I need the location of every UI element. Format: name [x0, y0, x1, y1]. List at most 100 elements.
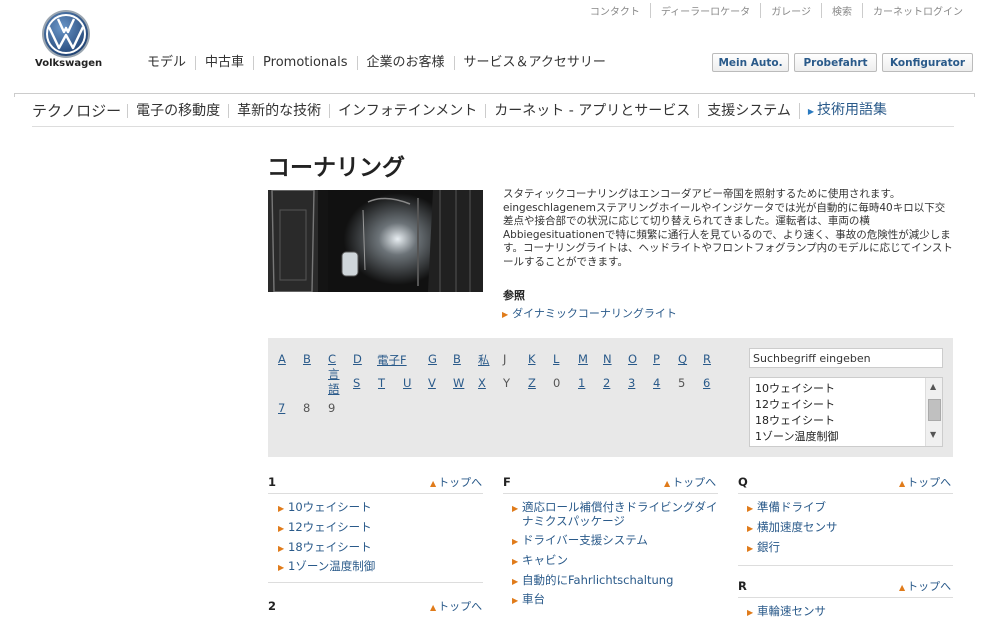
- glossary-item-label: 自動的にFahrlichtschaltung: [522, 573, 674, 587]
- arrow-right-icon: ▶: [747, 504, 754, 513]
- vw-logo-icon[interactable]: [40, 8, 92, 60]
- arrow-right-icon: ▶: [807, 106, 814, 116]
- glossary-letter-link[interactable]: 4: [653, 376, 660, 390]
- glossary-letter-link[interactable]: K: [528, 352, 536, 366]
- glossary-letter-link[interactable]: W: [453, 376, 464, 390]
- glossary-letter-link[interactable]: M: [578, 352, 588, 366]
- glossary-item[interactable]: ▶ 準備ドライブ: [747, 500, 826, 515]
- glossary-item[interactable]: ▶ 横加速度センサ: [747, 520, 838, 535]
- utility-nav: コンタクト ディーラーロケータ ガレージ 検索 カーネットログイン: [580, 3, 973, 18]
- glossary-item[interactable]: ▶ ドライバー支援システム: [512, 533, 648, 548]
- utility-link-dealer-locator[interactable]: ディーラーロケータ: [649, 3, 760, 18]
- glossary-letter-link[interactable]: 6: [703, 376, 710, 390]
- glossary-item[interactable]: ▶ 適応ロール補償付きドライビングダイナミクスパッケージ: [512, 500, 718, 528]
- section-title: テクノロジー: [32, 102, 122, 120]
- glossary-letter-link[interactable]: 7: [278, 401, 285, 415]
- glossary-item[interactable]: ▶ 車台: [512, 592, 545, 607]
- glossary-letter-link: J: [503, 352, 507, 366]
- glossary-letter-link[interactable]: A: [278, 352, 286, 366]
- probefahrt-button[interactable]: Probefahrt: [794, 53, 877, 72]
- glossary-letter-link[interactable]: C言語: [328, 352, 344, 397]
- glossary-letter-link[interactable]: 1: [578, 376, 585, 390]
- glossary-letter-link[interactable]: V: [428, 376, 436, 390]
- glossary-item[interactable]: ▶ 車輪速センサ: [747, 604, 826, 619]
- glossary-letter-link[interactable]: Q: [678, 352, 687, 366]
- back-to-top-label: トップへ: [907, 580, 952, 593]
- caret-up-icon: ▲: [430, 603, 437, 612]
- section-nav-infotainment[interactable]: インフォテインメント: [329, 103, 485, 118]
- glossary-letter-link[interactable]: P: [653, 352, 660, 366]
- listbox-option[interactable]: 10ウェイシート: [755, 380, 835, 396]
- main-nav-business[interactable]: 企業のお客様: [356, 56, 454, 70]
- section-nav-e-mobility[interactable]: 電子の移動度: [127, 103, 228, 118]
- glossary-item[interactable]: ▶ 10ウェイシート: [278, 500, 372, 515]
- caret-up-icon: ▲: [899, 583, 906, 592]
- arrow-right-icon: ▶: [512, 596, 519, 605]
- glossary-search-input[interactable]: [749, 348, 943, 368]
- glossary-letter-link[interactable]: 電子F: [377, 352, 407, 368]
- glossary-letter-link[interactable]: D: [353, 352, 362, 366]
- glossary-letter-link[interactable]: S: [353, 376, 360, 390]
- glossary-letter-link[interactable]: Z: [528, 376, 536, 390]
- glossary-letter-link[interactable]: B: [453, 352, 461, 366]
- header-divider: [14, 93, 975, 97]
- glossary-letter-link[interactable]: U: [403, 376, 411, 390]
- reference-link[interactable]: ▶ ダイナミックコーナリングライト: [502, 305, 677, 321]
- listbox-scrollbar[interactable]: ▲ ▼: [925, 378, 942, 446]
- glossary-letter-link[interactable]: B: [303, 352, 311, 366]
- section-nav-carnet[interactable]: カーネット - アプリとサービス: [485, 103, 698, 118]
- glossary-letter-link[interactable]: T: [378, 376, 385, 390]
- back-to-top-link[interactable]: ▲ トップへ: [899, 474, 951, 490]
- glossary-letter-link[interactable]: L: [553, 352, 559, 366]
- listbox-option[interactable]: 18ウェイシート: [755, 412, 835, 428]
- back-to-top-link[interactable]: ▲ トップへ: [899, 578, 951, 594]
- group-heading-f: F: [503, 475, 511, 489]
- arrow-right-icon: ▶: [747, 608, 754, 617]
- arrow-right-icon: ▶: [502, 310, 509, 319]
- glossary-item-label: 車台: [522, 592, 545, 606]
- references-heading: 参照: [503, 289, 525, 302]
- section-divider: [32, 126, 954, 127]
- page-title: コーナリング: [267, 155, 405, 181]
- utility-link-contact[interactable]: コンタクト: [580, 3, 650, 18]
- listbox-option[interactable]: 1ゾーン温度制御: [755, 428, 838, 444]
- arrow-right-icon: ▶: [512, 577, 519, 586]
- konfigurator-button[interactable]: Konfigurator: [882, 53, 973, 72]
- glossary-item[interactable]: ▶ 12ウェイシート: [278, 520, 372, 535]
- glossary-item[interactable]: ▶ 1ゾーン温度制御: [278, 559, 375, 574]
- glossary-letter-link[interactable]: X: [478, 376, 486, 390]
- section-nav-innovation[interactable]: 革新的な技術: [228, 103, 329, 118]
- glossary-term-listbox[interactable]: 10ウェイシート 12ウェイシート 18ウェイシート 1ゾーン温度制御 ▲ ▼: [749, 377, 943, 447]
- scrollbar-thumb[interactable]: [928, 399, 941, 421]
- glossary-item[interactable]: ▶ 自動的にFahrlichtschaltung: [512, 573, 674, 588]
- glossary-item-label: 適応ロール補償付きドライビングダイナミクスパッケージ: [522, 500, 718, 528]
- group-heading-2: 2: [268, 599, 277, 613]
- glossary-letter-link[interactable]: N: [603, 352, 612, 366]
- glossary-letter-link[interactable]: 2: [603, 376, 610, 390]
- scroll-up-icon[interactable]: ▲: [930, 382, 936, 391]
- back-to-top-link[interactable]: ▲ トップへ: [430, 474, 482, 490]
- section-nav-assist[interactable]: 支援システム: [698, 103, 799, 118]
- back-to-top-link[interactable]: ▲ トップへ: [664, 474, 716, 490]
- mein-auto-button[interactable]: Mein Auto.: [712, 53, 789, 72]
- back-to-top-link[interactable]: ▲ トップへ: [430, 598, 482, 614]
- glossary-item[interactable]: ▶ 18ウェイシート: [278, 540, 372, 555]
- main-nav-service[interactable]: サービス＆アクセサリー: [453, 56, 615, 70]
- main-nav-models[interactable]: モデル: [138, 56, 195, 70]
- main-nav-promotionals[interactable]: Promotionals: [253, 56, 357, 70]
- scroll-down-icon[interactable]: ▼: [930, 430, 936, 439]
- glossary-letter-link[interactable]: G: [428, 352, 437, 366]
- listbox-option[interactable]: 12ウェイシート: [755, 396, 835, 412]
- utility-link-carnet-login[interactable]: カーネットログイン: [862, 3, 973, 18]
- glossary-letter-link[interactable]: 私: [478, 352, 490, 368]
- section-nav-glossary[interactable]: ▶ 技術用語集: [798, 102, 895, 119]
- glossary-item[interactable]: ▶ キャビン: [512, 553, 568, 568]
- glossary-letter-link[interactable]: O: [628, 352, 637, 366]
- main-nav-used-cars[interactable]: 中古車: [195, 56, 253, 70]
- glossary-letter-link[interactable]: R: [703, 352, 711, 366]
- glossary-letter-link[interactable]: 3: [628, 376, 635, 390]
- glossary-item[interactable]: ▶ 銀行: [747, 540, 780, 555]
- group-divider: [738, 565, 953, 566]
- utility-link-search[interactable]: 検索: [821, 3, 862, 18]
- utility-link-garage[interactable]: ガレージ: [760, 3, 821, 18]
